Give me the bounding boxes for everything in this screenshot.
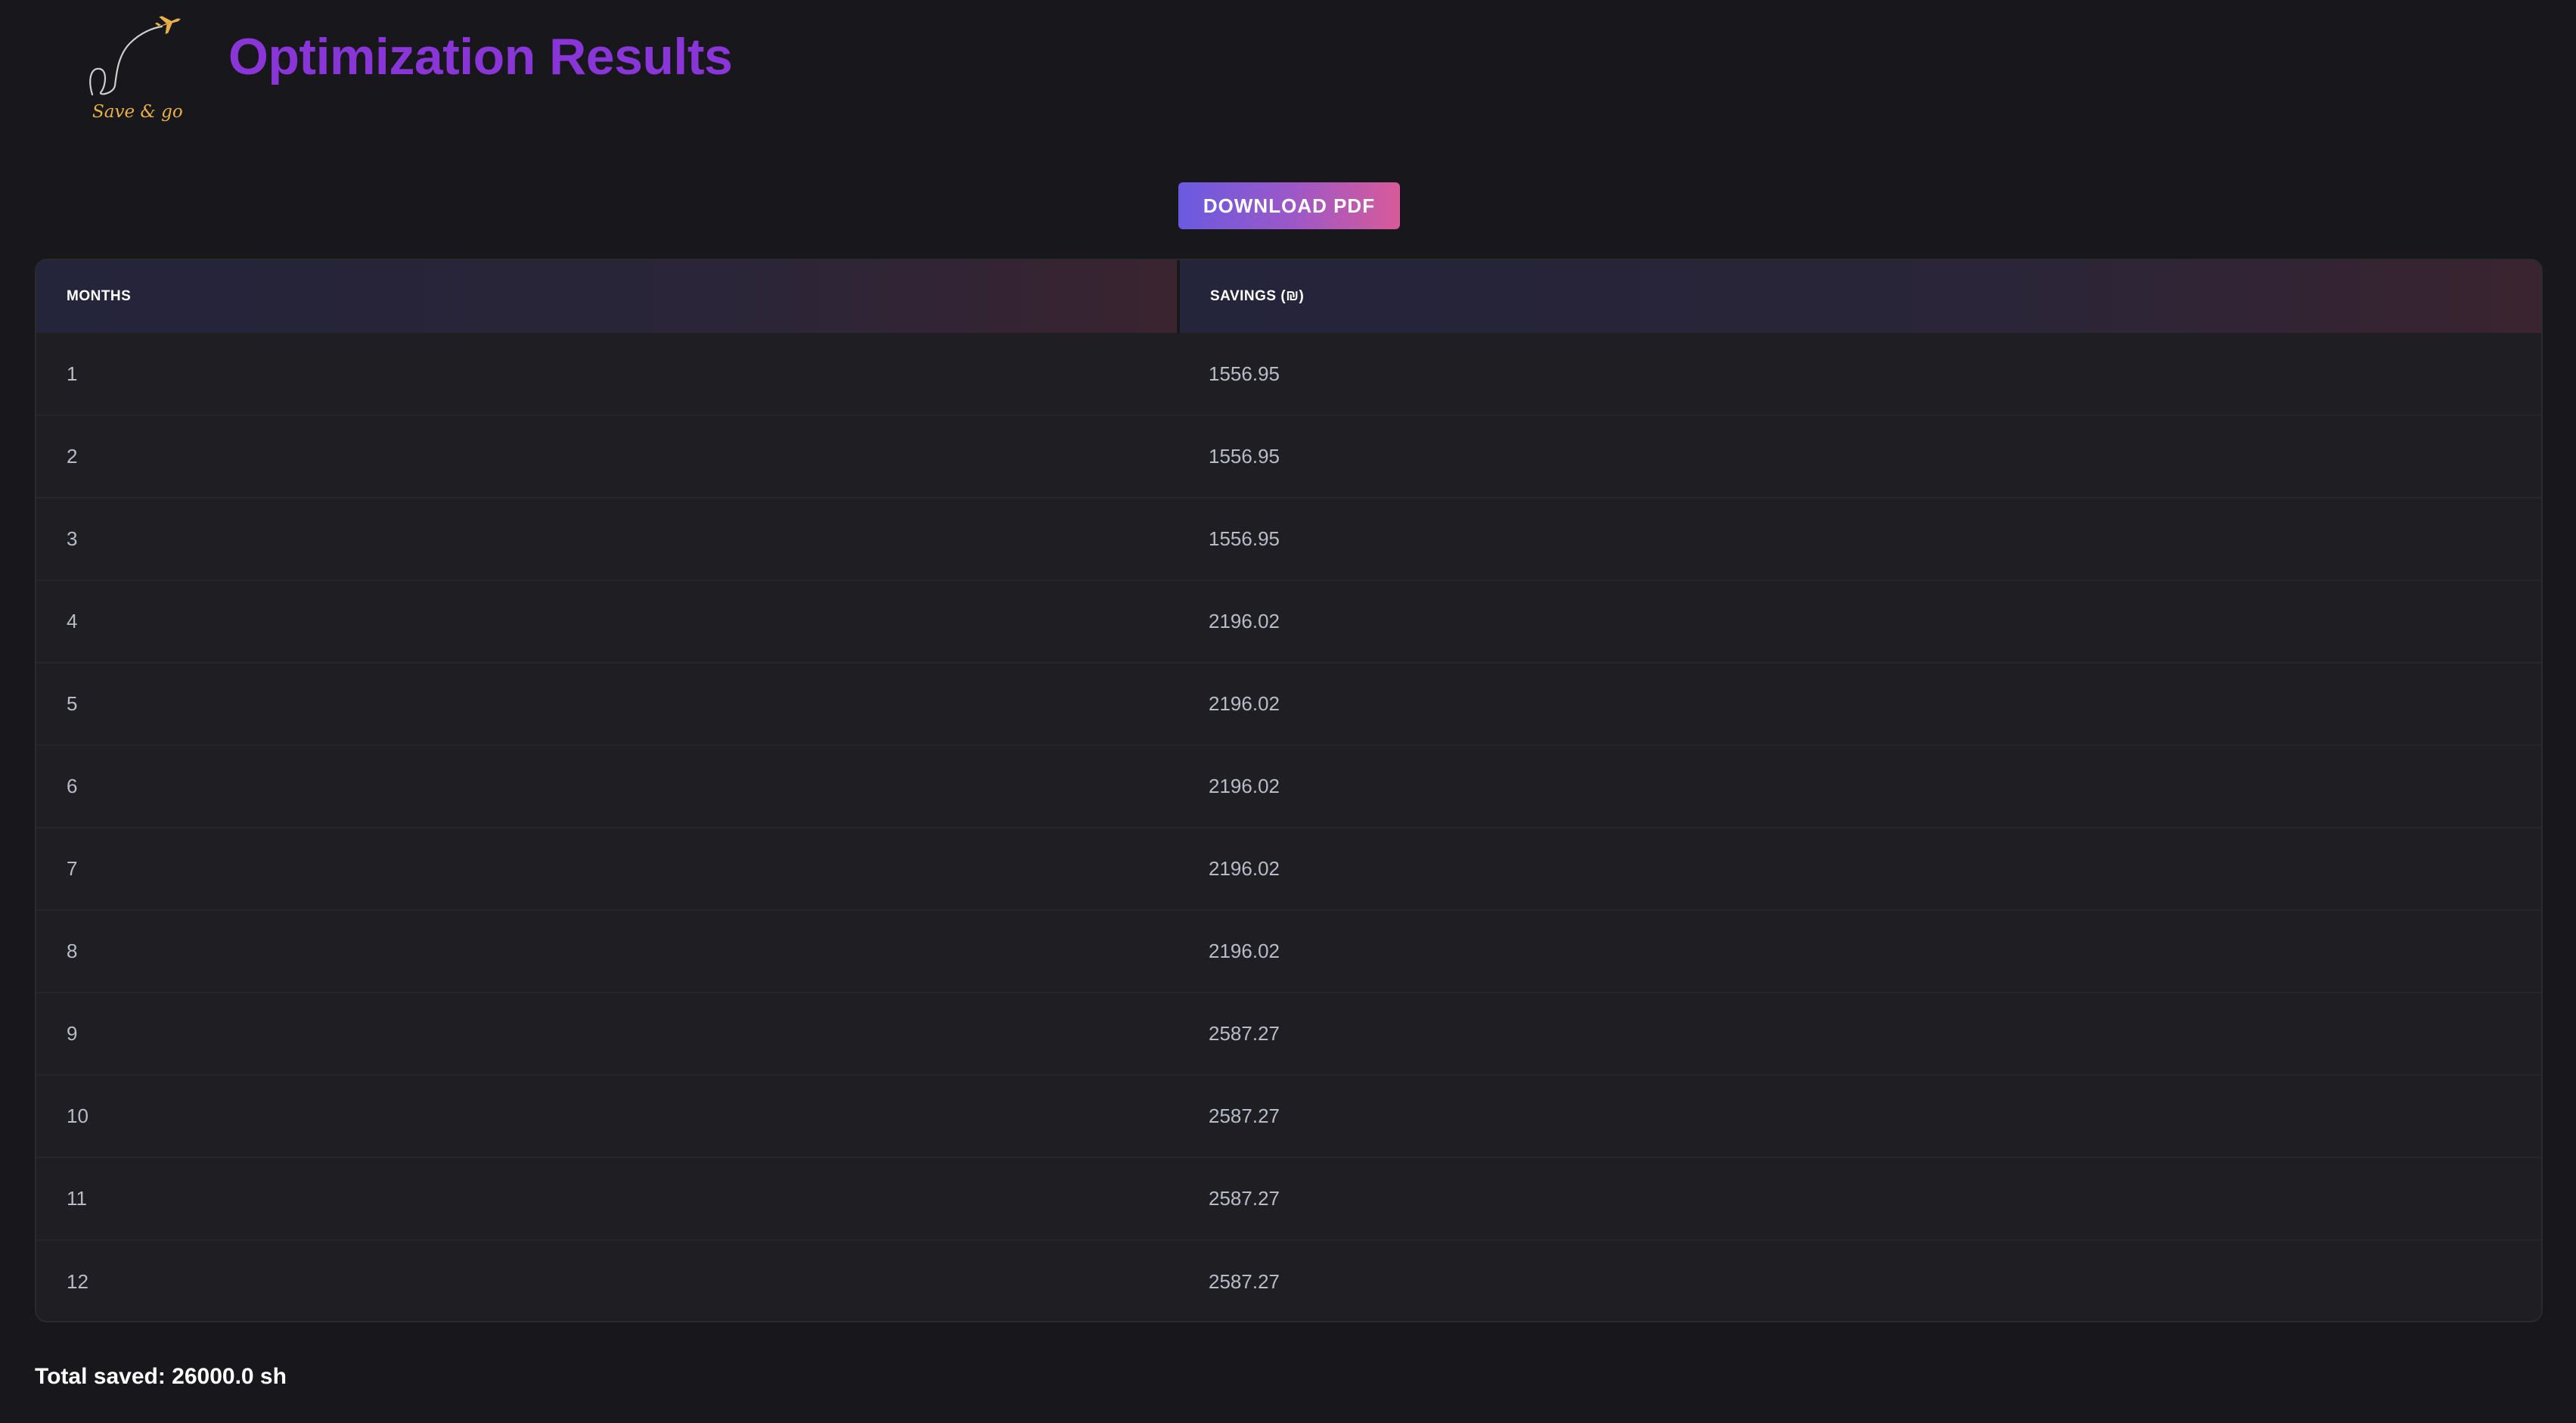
column-header-savings: SAVINGS (₪) bbox=[1178, 260, 2541, 333]
cell-month: 8 bbox=[67, 940, 78, 962]
cell-savings: 1556.95 bbox=[1209, 527, 1280, 550]
results-table: MONTHS SAVINGS (₪) 1 1556.95 2 1556.95 3… bbox=[36, 260, 2541, 1321]
table-row: 1 1556.95 bbox=[36, 333, 2541, 415]
cell-month: 5 bbox=[67, 692, 78, 715]
cell-month: 2 bbox=[67, 445, 78, 468]
cell-month: 7 bbox=[67, 857, 78, 880]
table-row: 9 2587.27 bbox=[36, 993, 2541, 1075]
table-header: MONTHS SAVINGS (₪) bbox=[36, 260, 2541, 333]
cell-month: 1 bbox=[67, 362, 78, 385]
cell-savings: 2196.02 bbox=[1209, 857, 1280, 880]
table-header-row: MONTHS SAVINGS (₪) bbox=[36, 260, 2541, 333]
table-row: 10 2587.27 bbox=[36, 1075, 2541, 1157]
airplane-path-logo-icon bbox=[89, 16, 181, 96]
table-row: 3 1556.95 bbox=[36, 498, 2541, 580]
cell-month: 9 bbox=[67, 1022, 78, 1045]
cell-month: 4 bbox=[67, 610, 78, 632]
cell-month: 12 bbox=[67, 1269, 88, 1293]
cell-savings: 2587.27 bbox=[1209, 1187, 1280, 1210]
cell-savings: 2587.27 bbox=[1209, 1105, 1280, 1127]
logo-text: Save & go bbox=[92, 102, 183, 122]
cell-savings: 1556.95 bbox=[1209, 362, 1280, 385]
table-row: 5 2196.02 bbox=[36, 663, 2541, 745]
cell-month: 11 bbox=[67, 1187, 87, 1210]
cell-savings: 2196.02 bbox=[1209, 940, 1280, 962]
table-row: 12 2587.27 bbox=[36, 1240, 2541, 1321]
header: Save & go bbox=[83, 9, 183, 130]
table-row: 7 2196.02 bbox=[36, 828, 2541, 910]
cell-month: 6 bbox=[67, 775, 78, 797]
table-body: 1 1556.95 2 1556.95 3 1556.95 4 2196.02 … bbox=[36, 333, 2541, 1321]
total-saved-text: Total saved: 26000.0 sh bbox=[35, 1364, 287, 1389]
table-row: 2 1556.95 bbox=[36, 415, 2541, 498]
table-row: 11 2587.27 bbox=[36, 1157, 2541, 1240]
page-title: Optimization Results bbox=[228, 28, 733, 85]
cell-savings: 2196.02 bbox=[1209, 692, 1280, 715]
cell-month: 3 bbox=[67, 527, 78, 550]
table-row: 8 2196.02 bbox=[36, 910, 2541, 993]
page: Save & go Optimization Results DOWNLOAD … bbox=[0, 0, 2576, 1423]
download-pdf-button[interactable]: DOWNLOAD PDF bbox=[1178, 182, 1400, 229]
cell-savings: 2587.27 bbox=[1209, 1269, 1280, 1293]
cell-month: 10 bbox=[67, 1105, 88, 1127]
cell-savings: 2587.27 bbox=[1209, 1022, 1280, 1045]
logo: Save & go bbox=[83, 13, 183, 126]
cell-savings: 1556.95 bbox=[1209, 445, 1280, 468]
cell-savings: 2196.02 bbox=[1209, 775, 1280, 797]
cell-savings: 2196.02 bbox=[1209, 610, 1280, 632]
table-row: 4 2196.02 bbox=[36, 580, 2541, 663]
results-table-container: MONTHS SAVINGS (₪) 1 1556.95 2 1556.95 3… bbox=[35, 259, 2543, 1322]
column-header-months: MONTHS bbox=[36, 260, 1180, 333]
table-row: 6 2196.02 bbox=[36, 745, 2541, 828]
